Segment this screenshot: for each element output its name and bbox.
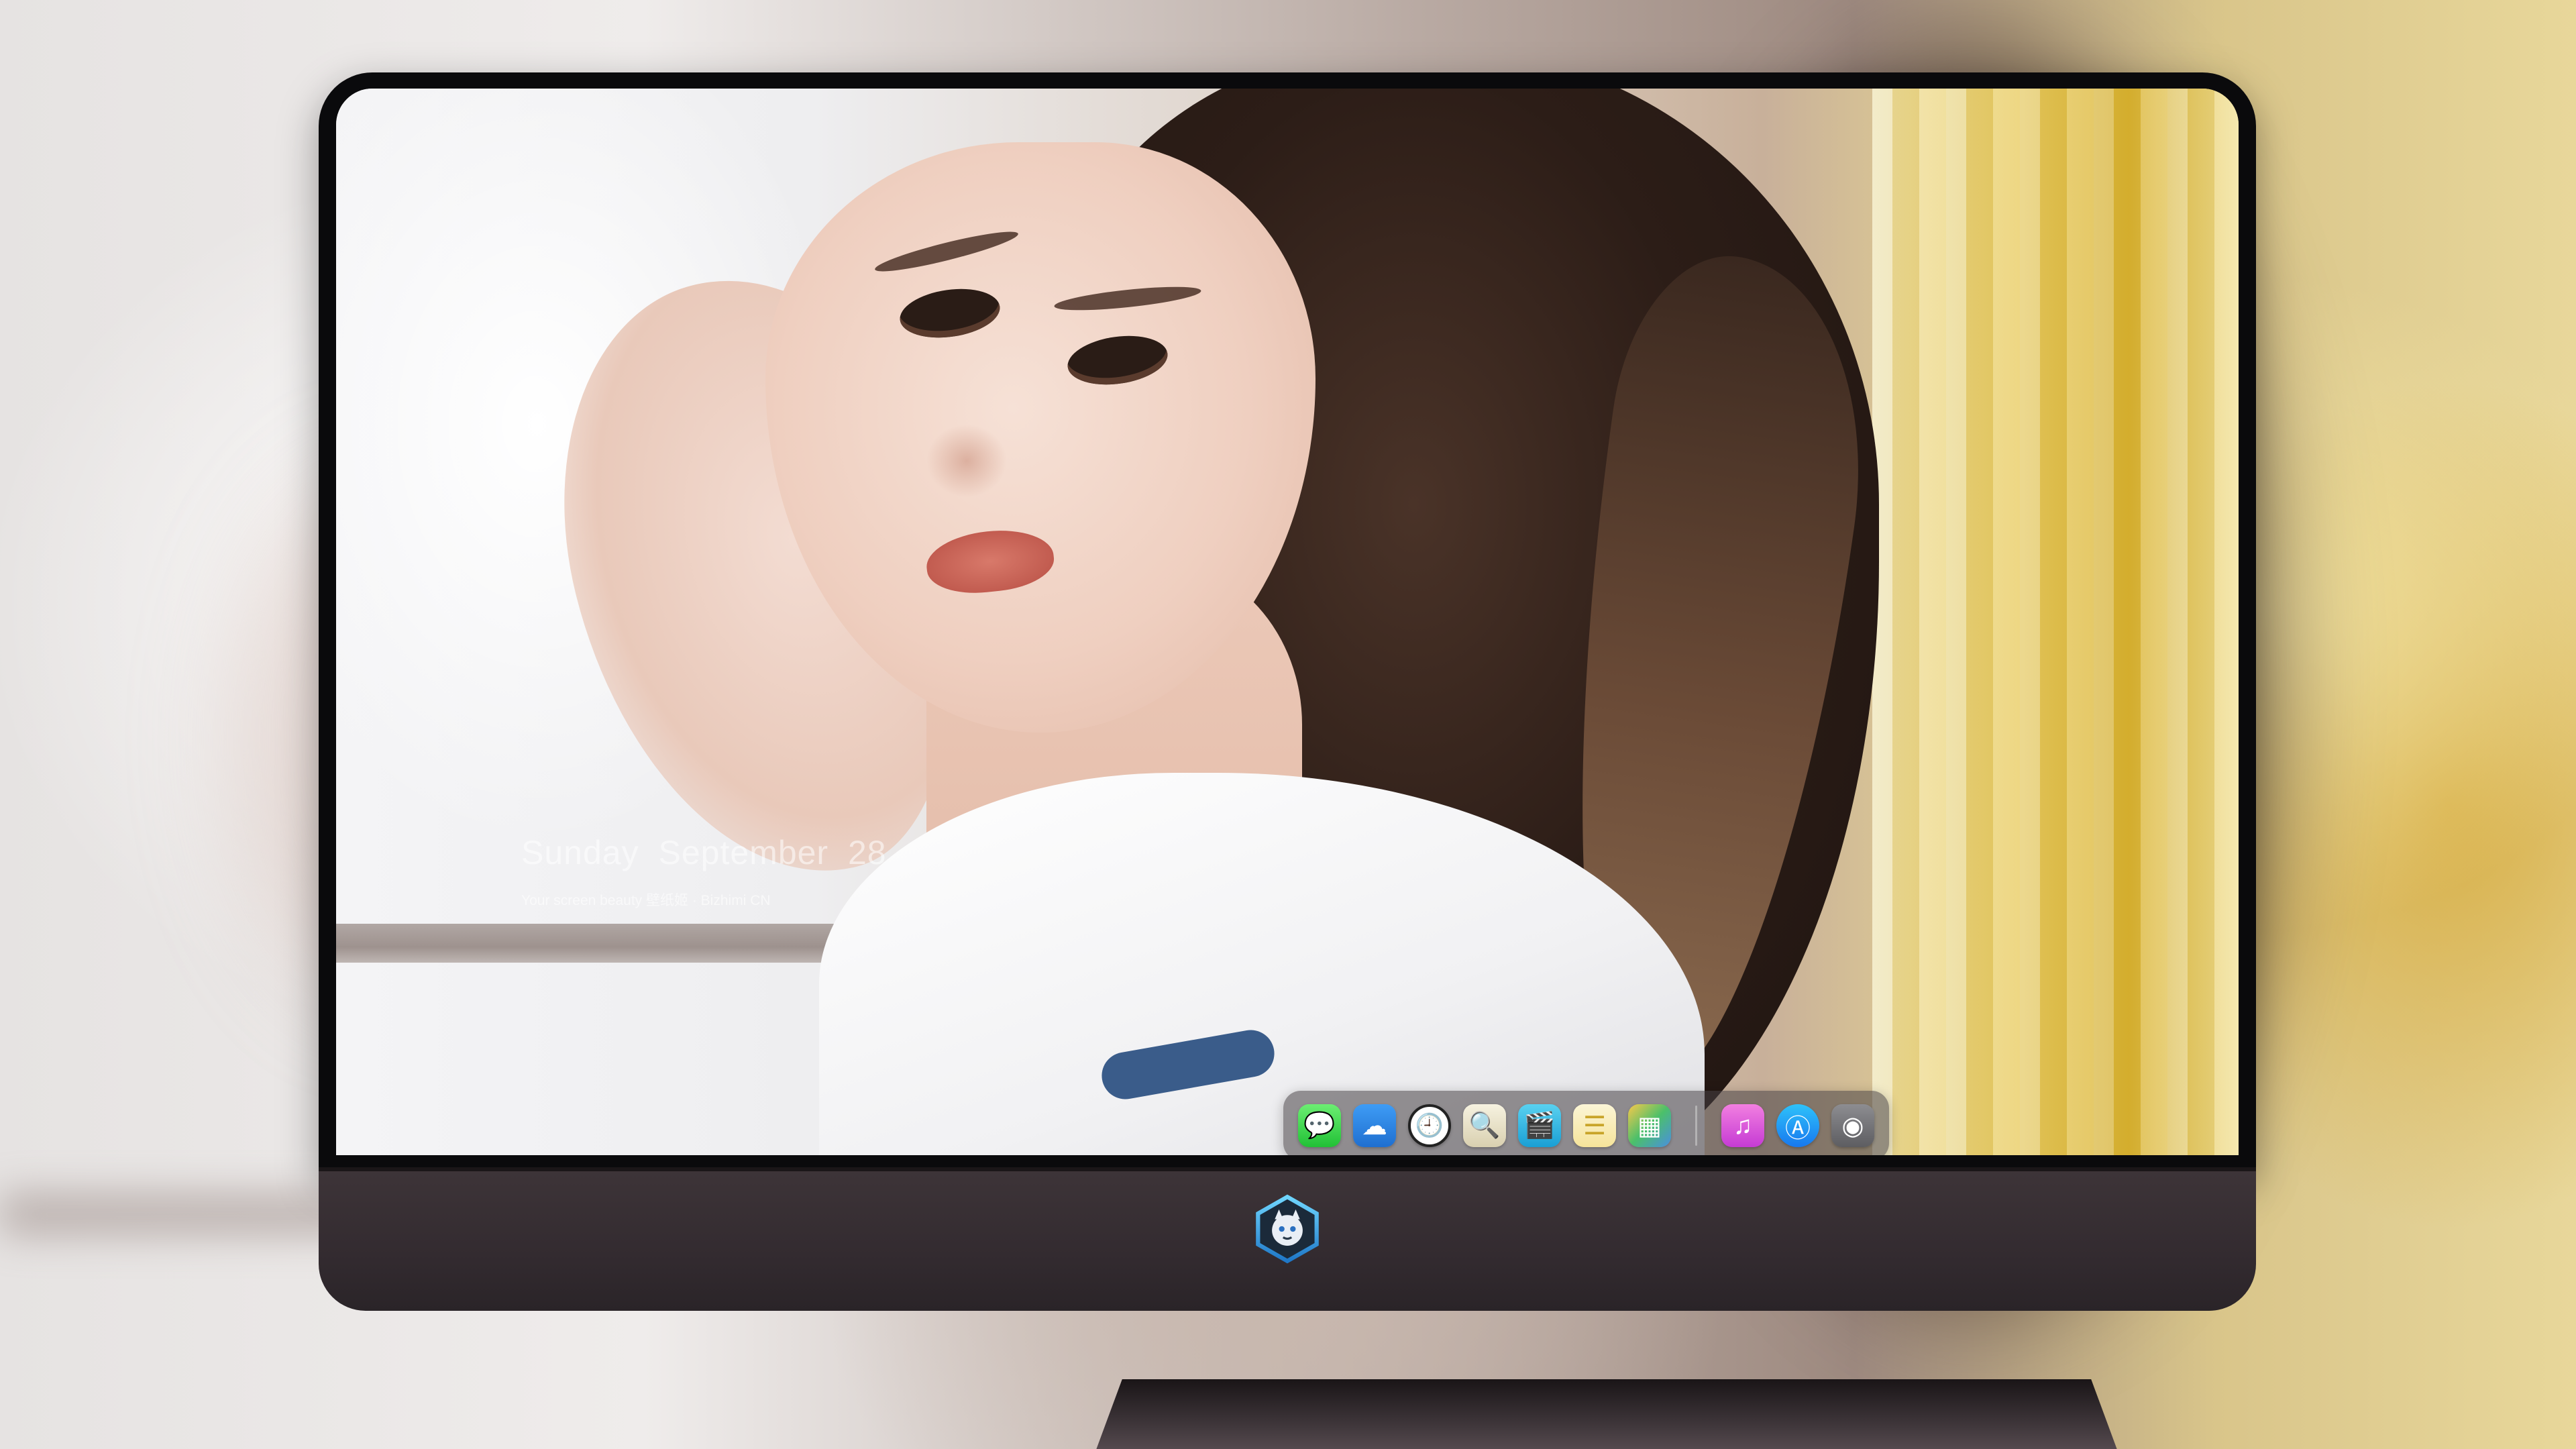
preview-icon: 🔍 <box>1468 1112 1501 1140</box>
date-day: 28 <box>848 834 887 871</box>
screen[interactable]: Sunday September 28 Your screen beauty 壁… <box>336 89 2239 1155</box>
dock-music-button[interactable]: ♫ <box>1721 1104 1764 1147</box>
monitor-stand <box>1080 1379 2133 1449</box>
dock-notes-button[interactable]: ☰ <box>1573 1104 1616 1147</box>
monitor: Sunday September 28 Your screen beauty 壁… <box>319 72 2256 1449</box>
music-note-icon: ♫ <box>1733 1111 1753 1140</box>
dock-clock-button[interactable]: 🕘 <box>1408 1104 1451 1147</box>
date-month: September <box>658 834 829 871</box>
clapperboard-icon: 🎬 <box>1523 1112 1556 1140</box>
dock-clips-button[interactable]: 🎬 <box>1518 1104 1561 1147</box>
dock-app-store-button[interactable]: Ⓐ <box>1776 1104 1819 1147</box>
cloud-icon: ☁ <box>1362 1112 1387 1140</box>
camera-icon: ◉ <box>1841 1112 1864 1140</box>
dock-messages-button[interactable]: 💬 <box>1298 1104 1341 1147</box>
wallpaper <box>336 89 2239 1155</box>
dock-weather-button[interactable]: ☁ <box>1353 1104 1396 1147</box>
monitor-chin <box>319 1167 2256 1311</box>
desktop-background: Sunday September 28 Your screen beauty 壁… <box>0 0 2576 1449</box>
wallpaper-tagline: Your screen beauty 壁纸姬 · Bizhimi CN <box>521 893 771 908</box>
dock: 💬 ☁ 🕘 🔍 🎬 ☰ ▦ ♫ Ⓐ ◉ <box>1283 1091 1889 1155</box>
dock-divider <box>1695 1106 1697 1146</box>
monitor-bezel: Sunday September 28 Your screen beauty 壁… <box>319 72 2256 1173</box>
notes-icon: ☰ <box>1582 1112 1607 1140</box>
mascot-logo-icon <box>1256 1194 1319 1264</box>
date-text: Sunday September 28 <box>521 833 896 872</box>
speech-bubble-icon: 💬 <box>1303 1112 1336 1140</box>
wallpaper-nose <box>926 424 1007 498</box>
dock-camera-button[interactable]: ◉ <box>1831 1104 1874 1147</box>
wallpaper-curtain <box>1872 89 2239 1155</box>
date-weekday: Sunday <box>521 834 639 871</box>
app-store-icon: Ⓐ <box>1784 1114 1811 1143</box>
photos-icon: ▦ <box>1638 1112 1662 1140</box>
dock-preview-button[interactable]: 🔍 <box>1463 1104 1506 1147</box>
date-widget: Sunday September 28 Your screen beauty 壁… <box>521 833 896 910</box>
dock-photos-button[interactable]: ▦ <box>1628 1104 1671 1147</box>
clock-icon: 🕘 <box>1415 1113 1444 1138</box>
